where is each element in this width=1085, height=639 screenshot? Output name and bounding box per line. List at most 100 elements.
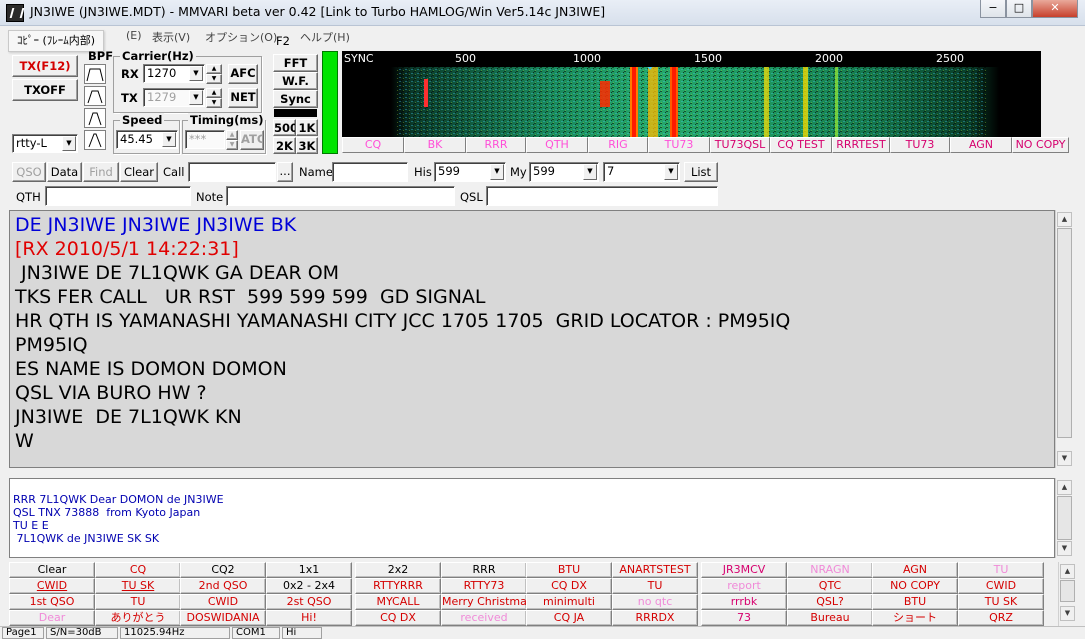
scroll-thumb[interactable]	[1060, 580, 1075, 602]
wf-button-tu73-2[interactable]: TU73	[890, 137, 950, 153]
macro-button[interactable]: rrrbk	[701, 594, 787, 610]
macro-button[interactable]: 2nd QSO	[180, 578, 266, 594]
macro-button[interactable]: TU	[612, 578, 698, 594]
menu-help[interactable]: ヘルプ(H)	[300, 29, 350, 45]
timing-up-arrow-icon[interactable]: ▲	[226, 130, 238, 140]
macro-button[interactable]: 73	[701, 610, 787, 626]
macro-button[interactable]: 2st QSO	[266, 594, 352, 610]
macro-button[interactable]: TU SK	[95, 578, 181, 594]
name-input[interactable]	[332, 162, 408, 182]
macro-button[interactable]: CQ JA	[526, 610, 612, 626]
bpf-mid-icon[interactable]	[84, 86, 106, 106]
atc-button[interactable]: ATC	[240, 130, 264, 150]
macro-button[interactable]: ANARTSTEST	[612, 562, 698, 578]
chevron-down-icon[interactable]: ▼	[189, 66, 203, 81]
scroll-up-icon[interactable]: ▲	[1057, 212, 1072, 227]
scroll-thumb[interactable]	[1057, 228, 1072, 438]
qth-input[interactable]	[45, 186, 191, 206]
macro-scrollbar[interactable]: ▲ ▼	[1058, 562, 1075, 626]
note-input[interactable]	[226, 186, 455, 206]
macro-button[interactable]: 1st QSO	[9, 594, 95, 610]
wf-button-no-copy-label[interactable]: NO COPY	[1012, 137, 1069, 153]
menu-view[interactable]: 表示(V)	[152, 29, 190, 45]
timing-down-arrow-icon[interactable]: ▼	[226, 140, 238, 150]
span-3k-button[interactable]: 3K	[296, 137, 318, 154]
call-input[interactable]	[188, 162, 276, 182]
span-1k-button[interactable]: 1K	[296, 119, 318, 136]
macro-button[interactable]: 0x2 - 2x4	[266, 578, 352, 594]
macro-button[interactable]: QRZ	[958, 610, 1044, 626]
data-button[interactable]: Data	[47, 162, 82, 182]
clear-button[interactable]: Clear	[120, 162, 158, 182]
macro-button[interactable]: TU	[95, 594, 181, 610]
chevron-down-icon[interactable]: ▼	[62, 136, 76, 151]
scroll-up-icon[interactable]: ▲	[1060, 564, 1075, 579]
call-lookup-button[interactable]: ...	[277, 162, 293, 182]
wf-button-agn[interactable]: AGN	[950, 137, 1012, 153]
macro-button[interactable]: ショート	[872, 610, 958, 626]
macro-button[interactable]: received	[441, 610, 527, 626]
bpf-wide-icon[interactable]	[84, 64, 106, 84]
macro-button[interactable]: ありがとう	[95, 610, 181, 626]
timing-input[interactable]: ***	[185, 130, 225, 149]
scroll-down-icon[interactable]: ▼	[1060, 606, 1075, 621]
wf-button-rrrtest[interactable]: RRRTEST	[832, 137, 890, 153]
wf-button-rig[interactable]: RIG	[588, 137, 648, 153]
rx-down-arrow-icon[interactable]: ▼	[206, 74, 222, 84]
macro-button[interactable]: CWID	[958, 578, 1044, 594]
macro-button[interactable]: TU SK	[958, 594, 1044, 610]
scroll-down-icon[interactable]: ▼	[1057, 541, 1072, 556]
chevron-down-icon[interactable]: ▼	[490, 164, 504, 180]
waterfall-button[interactable]: W.F.	[273, 72, 318, 90]
close-button[interactable]: ✕	[1032, 0, 1078, 18]
macro-button[interactable]: MYCALL	[355, 594, 441, 610]
macro-button[interactable]: TU	[958, 562, 1044, 578]
macro-button[interactable]: report	[701, 578, 787, 594]
my-rst-select[interactable]: 599 ▼	[529, 162, 599, 182]
wf-button-rrr[interactable]: RRR	[466, 137, 526, 153]
afc-button[interactable]: AFC	[228, 64, 258, 84]
macro-button[interactable]: CQ DX	[355, 610, 441, 626]
tx-up-arrow-icon[interactable]: ▲	[206, 88, 222, 98]
macro-button[interactable]: Clear	[9, 562, 95, 578]
tx-down-arrow-icon[interactable]: ▼	[206, 98, 222, 108]
fft-button[interactable]: FFT	[273, 54, 318, 72]
scroll-thumb[interactable]	[1057, 496, 1072, 540]
macro-button[interactable]: CWID	[180, 594, 266, 610]
macro-button[interactable]: NRAGN	[787, 562, 873, 578]
macro-button[interactable]: 1x1	[266, 562, 352, 578]
macro-button[interactable]: RTTY73	[441, 578, 527, 594]
macro-button[interactable]: NO COPY	[872, 578, 958, 594]
menu-options[interactable]: オプション(O)	[205, 29, 277, 45]
wf-button-tu73qsl[interactable]: TU73QSL	[710, 137, 770, 153]
wf-button-cq[interactable]: CQ	[342, 137, 404, 153]
list-button[interactable]: List	[684, 162, 718, 182]
bpf-sharp-icon[interactable]	[84, 130, 106, 150]
macro-button[interactable]: BTU	[872, 594, 958, 610]
macro-button[interactable]: CQ	[95, 562, 181, 578]
his-rst-select[interactable]: 599 ▼	[434, 162, 506, 182]
macro-button[interactable]: Bureau	[787, 610, 873, 626]
macro-button[interactable]: RRR	[441, 562, 527, 578]
mode-select[interactable]: rtty-L ▼	[12, 134, 78, 153]
span-2k-button[interactable]: 2K	[273, 137, 296, 154]
scroll-down-icon[interactable]: ▼	[1057, 451, 1072, 466]
bpf-narrow-icon[interactable]	[84, 108, 106, 128]
band-select[interactable]: 7 ▼	[603, 162, 680, 182]
maximize-button[interactable]: □	[1006, 0, 1032, 18]
macro-button[interactable]: no qtc	[612, 594, 698, 610]
sync-button[interactable]: Sync	[273, 90, 318, 108]
chevron-down-icon[interactable]: ▼	[664, 164, 678, 180]
chevron-down-icon[interactable]: ▼	[162, 132, 176, 147]
macro-button[interactable]: minimulti	[526, 594, 612, 610]
macro-button[interactable]: Hi!	[266, 610, 352, 626]
scroll-up-icon[interactable]: ▲	[1057, 480, 1072, 495]
chevron-down-icon[interactable]: ▼	[189, 90, 203, 105]
macro-button[interactable]: RTTYRRR	[355, 578, 441, 594]
macro-button[interactable]: QTC	[787, 578, 873, 594]
qsl-input[interactable]	[486, 186, 718, 206]
macro-button[interactable]: DOSWIDANIA	[180, 610, 266, 626]
wf-button-qth[interactable]: QTH	[526, 137, 588, 153]
chevron-down-icon[interactable]: ▼	[583, 164, 597, 180]
rx-frequency-input[interactable]: 1270 ▼	[143, 64, 205, 83]
